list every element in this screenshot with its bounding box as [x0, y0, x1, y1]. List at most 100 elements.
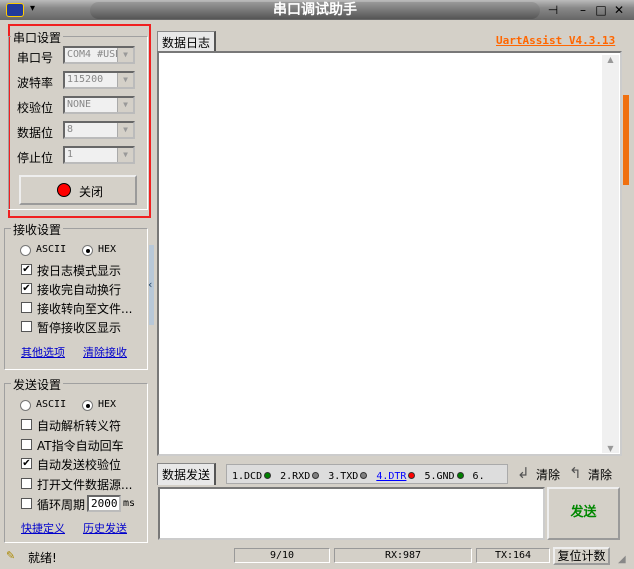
send-ascii-label: ASCII [36, 399, 67, 410]
minimize-button[interactable]: – [576, 3, 590, 17]
clear-send-button[interactable]: 清除 [588, 466, 612, 483]
signal-label: 1.DCD [232, 471, 263, 482]
serial-field-select[interactable]: 8 ▼ [63, 121, 135, 139]
option-label: 按日志模式显示 [37, 264, 122, 278]
signal-bar: 1.DCD 2.RXD 3.TXD 4.DTR 5.GND 6. [226, 464, 508, 484]
window-title: 串口调试助手 [90, 2, 540, 19]
send-ascii-radio[interactable] [20, 400, 31, 411]
select-value: 115200 [67, 74, 104, 85]
option-checkbox[interactable] [21, 302, 32, 313]
signal-label: 6. [472, 471, 485, 482]
receive-hex-label: HEX [98, 244, 117, 255]
option-checkbox[interactable] [21, 477, 32, 489]
receive-settings-label: 接收设置 [11, 221, 64, 238]
pin-icon[interactable]: ⊣ [546, 3, 560, 17]
version-link[interactable]: UartAssist V4.3.13 [496, 34, 615, 47]
send-button[interactable]: 发送 [547, 487, 620, 540]
log-output[interactable] [157, 51, 622, 456]
signal-led-icon [312, 472, 320, 479]
close-button[interactable]: ✕ [612, 3, 626, 17]
clear-arrow-up-icon[interactable]: ↰ [569, 464, 582, 482]
close-port-label: 关闭 [79, 185, 104, 199]
select-value: 1 [67, 149, 74, 160]
clear-receive-button[interactable]: 清除 [536, 466, 560, 483]
loop-unit: ms [123, 498, 136, 509]
signal-label: 3.TXD [328, 471, 359, 482]
option-label: AT指令自动回车 [37, 438, 124, 453]
option-checkbox[interactable] [21, 321, 32, 332]
option-checkbox[interactable]: ✔ [21, 458, 32, 469]
chevron-down-icon[interactable]: ▼ [117, 123, 133, 137]
option-checkbox[interactable]: ✔ [21, 283, 32, 294]
collapse-arrow-icon[interactable]: ‹ [148, 278, 152, 291]
option-checkbox[interactable] [21, 419, 32, 430]
chevron-down-icon[interactable]: ▼ [117, 73, 133, 87]
clear-receive-link[interactable]: 清除接收 [83, 344, 127, 360]
chevron-down-icon[interactable]: ▼ [117, 48, 133, 62]
shortcut-define-link[interactable]: 快捷定义 [21, 520, 65, 536]
status-count: 9/10 [234, 548, 330, 563]
serial-field-select[interactable]: COM4 #USB ▼ [63, 46, 135, 64]
port-status-icon [57, 183, 71, 197]
serial-field-label: 校验位 [17, 101, 54, 115]
signal-label: 4.DTR [376, 471, 407, 482]
serial-field-select[interactable]: NONE ▼ [63, 96, 135, 114]
send-input[interactable] [158, 487, 545, 540]
send-hex-label: HEX [98, 399, 117, 410]
serial-field-label: 串口号 [17, 51, 54, 65]
menu-dropdown-icon[interactable]: ▾ [30, 3, 35, 14]
serial-field-label: 波特率 [17, 76, 54, 90]
tab-data-log[interactable]: 数据日志 [157, 31, 217, 53]
signal-label: 5.GND [424, 471, 455, 482]
maximize-button[interactable]: □ [594, 3, 608, 17]
app-logo-icon[interactable] [6, 3, 24, 17]
send-history-link[interactable]: 历史发送 [83, 520, 127, 536]
serial-field-label: 停止位 [17, 151, 54, 165]
option-checkbox[interactable] [21, 438, 32, 450]
signal-led-icon [264, 472, 272, 479]
serial-settings-label: 串口设置 [11, 29, 64, 46]
log-scrollbar[interactable]: ▲ ▼ [602, 55, 619, 453]
reset-count-button[interactable]: 复位计数 [553, 547, 610, 565]
loop-checkbox[interactable] [21, 498, 32, 509]
signal-indicator[interactable]: 4.DTR [376, 468, 419, 482]
other-options-link[interactable]: 其他选项 [21, 344, 65, 360]
chevron-down-icon[interactable]: ▼ [117, 98, 133, 112]
status-icon: ✎ [6, 549, 16, 562]
receive-hex-radio[interactable] [82, 245, 93, 256]
resize-grip[interactable]: ◢ [618, 554, 626, 565]
close-port-button[interactable]: 关闭 [19, 175, 137, 205]
serial-field-select[interactable]: 115200 ▼ [63, 71, 135, 89]
send-settings-label: 发送设置 [11, 376, 64, 393]
signal-led-icon [360, 472, 368, 479]
option-label: 接收转向至文件... [37, 302, 133, 316]
status-ready: 就绪! [28, 551, 57, 565]
loop-period-input[interactable]: 2000 [87, 495, 121, 512]
send-hex-radio[interactable] [82, 400, 93, 411]
receive-ascii-radio[interactable] [20, 245, 31, 256]
select-value: 8 [67, 124, 74, 135]
signal-led-icon [408, 472, 416, 479]
status-tx: TX:164 [476, 548, 550, 563]
signal-indicator: 2.RXD [280, 468, 323, 482]
select-value: NONE [67, 99, 92, 110]
signal-indicator: 5.GND [424, 468, 467, 482]
serial-field-select[interactable]: 1 ▼ [63, 146, 135, 164]
option-label: 暂停接收区显示 [37, 321, 122, 335]
signal-indicator: 6. [473, 468, 485, 482]
chevron-down-icon[interactable]: ▼ [117, 148, 133, 162]
receive-ascii-label: ASCII [36, 244, 67, 255]
serial-field-label: 数据位 [17, 126, 54, 140]
clear-arrow-down-icon[interactable]: ↲ [517, 464, 530, 482]
option-label: 打开文件数据源... [37, 477, 133, 492]
loop-label: 循环周期 [37, 498, 86, 512]
signal-indicator: 3.TXD [328, 468, 371, 482]
right-splitter[interactable] [623, 95, 629, 185]
option-checkbox[interactable]: ✔ [21, 264, 32, 275]
tab-data-send[interactable]: 数据发送 [157, 463, 217, 485]
signal-label: 2.RXD [280, 471, 311, 482]
status-rx: RX:987 [334, 548, 472, 563]
option-label: 自动发送校验位 [37, 458, 122, 472]
signal-indicator: 1.DCD [232, 468, 275, 482]
select-value: COM4 #USB [67, 49, 122, 60]
